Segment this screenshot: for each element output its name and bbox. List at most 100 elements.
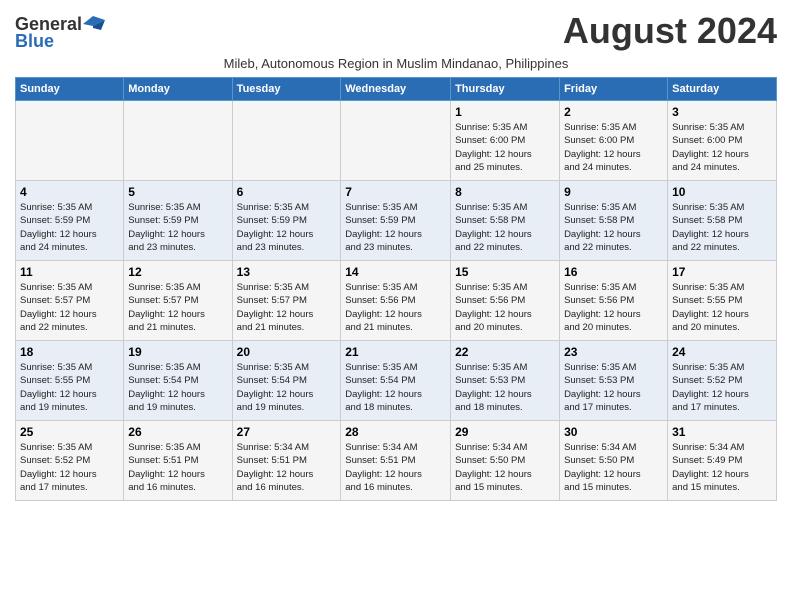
week-row-3: 11 Sunrise: 5:35 AM Sunset: 5:57 PM Dayli… [16, 261, 777, 341]
day-info: Sunrise: 5:34 AM Sunset: 5:51 PM Dayligh… [345, 441, 446, 494]
day-cell: 27 Sunrise: 5:34 AM Sunset: 5:51 PM Dayli… [232, 421, 341, 501]
day-number: 13 [237, 265, 337, 279]
day-cell: 7Sunrise: 5:35 AM Sunset: 5:59 PM Daylig… [341, 181, 451, 261]
day-cell: 26 Sunrise: 5:35 AM Sunset: 5:51 PM Dayli… [124, 421, 232, 501]
day-info: Sunrise: 5:35 AM Sunset: 5:59 PM Dayligh… [237, 201, 337, 254]
day-cell: 20 Sunrise: 5:35 AM Sunset: 5:54 PM Dayli… [232, 341, 341, 421]
header-cell-monday: Monday [124, 78, 232, 101]
day-cell: 24 Sunrise: 5:35 AM Sunset: 5:52 PM Dayli… [668, 341, 777, 421]
day-number: 19 [128, 345, 227, 359]
header-cell-wednesday: Wednesday [341, 78, 451, 101]
day-number: 5 [128, 185, 227, 199]
header-cell-friday: Friday [560, 78, 668, 101]
day-cell: 15 Sunrise: 5:35 AM Sunset: 5:56 PM Dayli… [451, 261, 560, 341]
day-number: 26 [128, 425, 227, 439]
calendar-body: 1 Sunrise: 5:35 AM Sunset: 6:00 PM Daylig… [16, 101, 777, 501]
day-info: Sunrise: 5:35 AM Sunset: 5:57 PM Dayligh… [237, 281, 337, 334]
header-row: SundayMondayTuesdayWednesdayThursdayFrid… [16, 78, 777, 101]
day-cell: 6Sunrise: 5:35 AM Sunset: 5:59 PM Daylig… [232, 181, 341, 261]
week-row-1: 1 Sunrise: 5:35 AM Sunset: 6:00 PM Daylig… [16, 101, 777, 181]
day-info: Sunrise: 5:35 AM Sunset: 6:00 PM Dayligh… [672, 121, 772, 174]
day-cell: 21 Sunrise: 5:35 AM Sunset: 5:54 PM Dayli… [341, 341, 451, 421]
day-info: Sunrise: 5:35 AM Sunset: 5:59 PM Dayligh… [345, 201, 446, 254]
day-cell: 2Sunrise: 5:35 AM Sunset: 6:00 PM Daylig… [560, 101, 668, 181]
day-info: Sunrise: 5:34 AM Sunset: 5:50 PM Dayligh… [564, 441, 663, 494]
day-cell: 5Sunrise: 5:35 AM Sunset: 5:59 PM Daylig… [124, 181, 232, 261]
subtitle: Mileb, Autonomous Region in Muslim Minda… [15, 56, 777, 71]
day-info: Sunrise: 5:35 AM Sunset: 5:58 PM Dayligh… [564, 201, 663, 254]
day-cell: 14 Sunrise: 5:35 AM Sunset: 5:56 PM Dayli… [341, 261, 451, 341]
logo-blue: Blue [15, 31, 54, 52]
day-number: 31 [672, 425, 772, 439]
day-number: 1 [455, 105, 555, 119]
logo: General Blue [15, 14, 105, 52]
day-number: 11 [20, 265, 119, 279]
day-number: 12 [128, 265, 227, 279]
day-number: 14 [345, 265, 446, 279]
day-cell: 23 Sunrise: 5:35 AM Sunset: 5:53 PM Dayli… [560, 341, 668, 421]
day-number: 10 [672, 185, 772, 199]
header-cell-saturday: Saturday [668, 78, 777, 101]
day-number: 15 [455, 265, 555, 279]
day-number: 2 [564, 105, 663, 119]
day-cell: 10 Sunrise: 5:35 AM Sunset: 5:58 PM Dayli… [668, 181, 777, 261]
day-number: 24 [672, 345, 772, 359]
day-info: Sunrise: 5:35 AM Sunset: 5:56 PM Dayligh… [455, 281, 555, 334]
week-row-2: 4 Sunrise: 5:35 AM Sunset: 5:59 PM Daylig… [16, 181, 777, 261]
day-cell: 11 Sunrise: 5:35 AM Sunset: 5:57 PM Dayli… [16, 261, 124, 341]
week-row-5: 25 Sunrise: 5:35 AM Sunset: 5:52 PM Dayli… [16, 421, 777, 501]
day-number: 30 [564, 425, 663, 439]
day-number: 17 [672, 265, 772, 279]
day-number: 29 [455, 425, 555, 439]
day-cell: 29 Sunrise: 5:34 AM Sunset: 5:50 PM Dayli… [451, 421, 560, 501]
day-cell: 28 Sunrise: 5:34 AM Sunset: 5:51 PM Dayli… [341, 421, 451, 501]
day-number: 4 [20, 185, 119, 199]
header: General Blue August 2024 [15, 10, 777, 52]
day-cell: 4 Sunrise: 5:35 AM Sunset: 5:59 PM Daylig… [16, 181, 124, 261]
day-info: Sunrise: 5:35 AM Sunset: 5:55 PM Dayligh… [672, 281, 772, 334]
day-info: Sunrise: 5:35 AM Sunset: 5:54 PM Dayligh… [345, 361, 446, 414]
day-info: Sunrise: 5:35 AM Sunset: 5:56 PM Dayligh… [345, 281, 446, 334]
day-cell: 9Sunrise: 5:35 AM Sunset: 5:58 PM Daylig… [560, 181, 668, 261]
month-title: August 2024 [563, 10, 777, 52]
logo-bird-icon [83, 16, 105, 32]
day-cell: 8 Sunrise: 5:35 AM Sunset: 5:58 PM Daylig… [451, 181, 560, 261]
day-number: 21 [345, 345, 446, 359]
day-cell: 17 Sunrise: 5:35 AM Sunset: 5:55 PM Dayli… [668, 261, 777, 341]
day-number: 20 [237, 345, 337, 359]
day-info: Sunrise: 5:35 AM Sunset: 5:54 PM Dayligh… [128, 361, 227, 414]
calendar-table: SundayMondayTuesdayWednesdayThursdayFrid… [15, 77, 777, 501]
day-cell: 31 Sunrise: 5:34 AM Sunset: 5:49 PM Dayli… [668, 421, 777, 501]
day-info: Sunrise: 5:34 AM Sunset: 5:49 PM Dayligh… [672, 441, 772, 494]
day-cell: 3Sunrise: 5:35 AM Sunset: 6:00 PM Daylig… [668, 101, 777, 181]
day-info: Sunrise: 5:35 AM Sunset: 5:52 PM Dayligh… [20, 441, 119, 494]
day-cell [16, 101, 124, 181]
header-cell-thursday: Thursday [451, 78, 560, 101]
day-info: Sunrise: 5:35 AM Sunset: 5:58 PM Dayligh… [455, 201, 555, 254]
day-number: 28 [345, 425, 446, 439]
day-number: 27 [237, 425, 337, 439]
day-info: Sunrise: 5:35 AM Sunset: 5:58 PM Dayligh… [672, 201, 772, 254]
day-info: Sunrise: 5:35 AM Sunset: 5:57 PM Dayligh… [20, 281, 119, 334]
day-info: Sunrise: 5:35 AM Sunset: 5:59 PM Dayligh… [20, 201, 119, 254]
day-info: Sunrise: 5:35 AM Sunset: 5:54 PM Dayligh… [237, 361, 337, 414]
day-cell: 22Sunrise: 5:35 AM Sunset: 5:53 PM Dayli… [451, 341, 560, 421]
day-cell: 12Sunrise: 5:35 AM Sunset: 5:57 PM Dayli… [124, 261, 232, 341]
day-number: 8 [455, 185, 555, 199]
day-cell [232, 101, 341, 181]
day-info: Sunrise: 5:35 AM Sunset: 5:53 PM Dayligh… [564, 361, 663, 414]
day-info: Sunrise: 5:35 AM Sunset: 5:53 PM Dayligh… [455, 361, 555, 414]
day-cell: 18Sunrise: 5:35 AM Sunset: 5:55 PM Dayli… [16, 341, 124, 421]
calendar-header: SundayMondayTuesdayWednesdayThursdayFrid… [16, 78, 777, 101]
day-info: Sunrise: 5:35 AM Sunset: 6:00 PM Dayligh… [455, 121, 555, 174]
day-number: 25 [20, 425, 119, 439]
day-cell: 1 Sunrise: 5:35 AM Sunset: 6:00 PM Daylig… [451, 101, 560, 181]
day-number: 23 [564, 345, 663, 359]
day-cell: 30 Sunrise: 5:34 AM Sunset: 5:50 PM Dayli… [560, 421, 668, 501]
day-info: Sunrise: 5:35 AM Sunset: 5:51 PM Dayligh… [128, 441, 227, 494]
day-number: 18 [20, 345, 119, 359]
day-info: Sunrise: 5:34 AM Sunset: 5:51 PM Dayligh… [237, 441, 337, 494]
day-info: Sunrise: 5:34 AM Sunset: 5:50 PM Dayligh… [455, 441, 555, 494]
day-number: 16 [564, 265, 663, 279]
day-info: Sunrise: 5:35 AM Sunset: 5:52 PM Dayligh… [672, 361, 772, 414]
